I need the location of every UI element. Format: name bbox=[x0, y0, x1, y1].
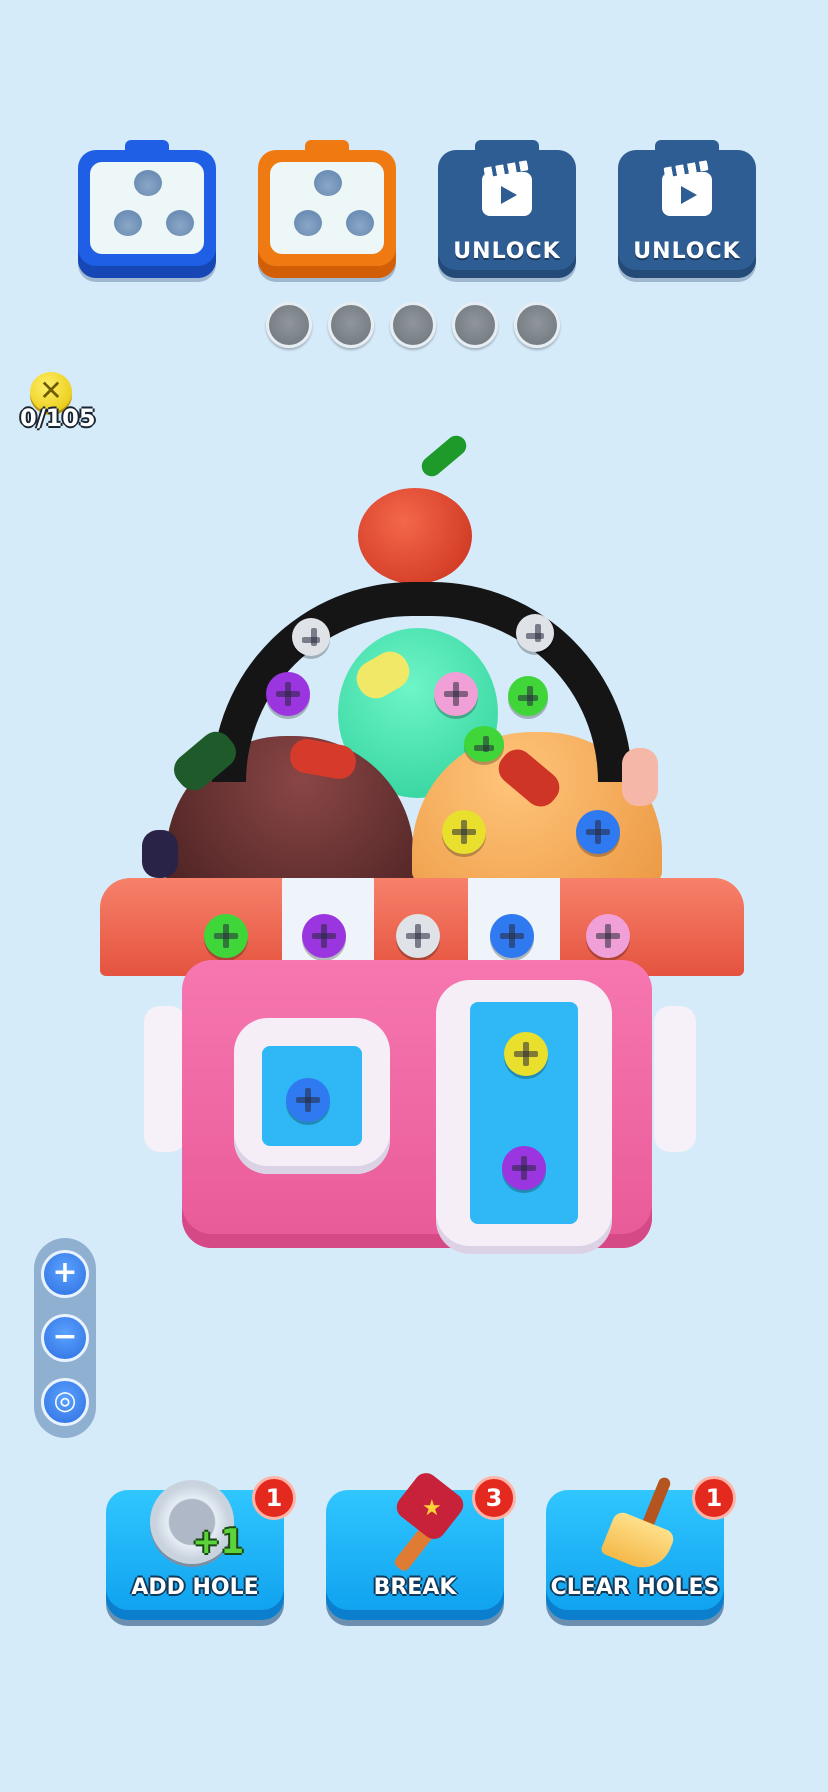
plus-one-label: +1 bbox=[192, 1522, 245, 1562]
apple bbox=[358, 488, 472, 584]
peg-pink bbox=[622, 748, 658, 806]
screw-pink bbox=[434, 672, 478, 716]
booster-label: BREAK bbox=[373, 1575, 457, 1600]
booster-count-badge: 1 bbox=[252, 1476, 296, 1520]
screw-yellow bbox=[504, 1032, 548, 1076]
screw-blue bbox=[576, 810, 620, 854]
booster-count-badge: 3 bbox=[472, 1476, 516, 1520]
peg-navy bbox=[142, 830, 178, 878]
screw-purple bbox=[502, 1146, 546, 1190]
hammer-icon: ★ bbox=[374, 1468, 469, 1578]
broom-icon bbox=[588, 1475, 688, 1577]
apple-stem bbox=[417, 431, 471, 481]
booster-label: CLEAR HOLES bbox=[550, 1575, 720, 1600]
side-tab-left bbox=[144, 1006, 186, 1152]
screw-blue bbox=[490, 914, 534, 958]
zoom-controls: + − ◎ bbox=[34, 1238, 96, 1438]
screw-grey bbox=[396, 914, 440, 958]
screw-purple bbox=[302, 914, 346, 958]
add-hole-button[interactable]: +1 1 ADD HOLE bbox=[106, 1476, 296, 1620]
screw-yellow bbox=[442, 810, 486, 854]
puzzle-model[interactable] bbox=[0, 0, 828, 1260]
break-button[interactable]: ★ 3 BREAK bbox=[326, 1468, 516, 1620]
booster-count-badge: 1 bbox=[692, 1476, 736, 1520]
screw-pink bbox=[586, 914, 630, 958]
booster-label: ADD HOLE bbox=[131, 1575, 259, 1600]
screw-grey bbox=[292, 618, 330, 656]
clear-holes-button[interactable]: 1 CLEAR HOLES bbox=[546, 1475, 736, 1620]
screw-green bbox=[204, 914, 248, 958]
zoom-in-button[interactable]: + bbox=[41, 1250, 89, 1298]
window-right bbox=[436, 980, 612, 1254]
side-tab-right bbox=[654, 1006, 696, 1152]
screw-purple bbox=[266, 672, 310, 716]
screw-green bbox=[508, 676, 548, 716]
recenter-button[interactable]: ◎ bbox=[41, 1378, 89, 1426]
zoom-out-button[interactable]: − bbox=[41, 1314, 89, 1362]
screw-grey bbox=[516, 614, 554, 652]
screw-green bbox=[464, 726, 504, 762]
screw-blue bbox=[286, 1078, 330, 1122]
